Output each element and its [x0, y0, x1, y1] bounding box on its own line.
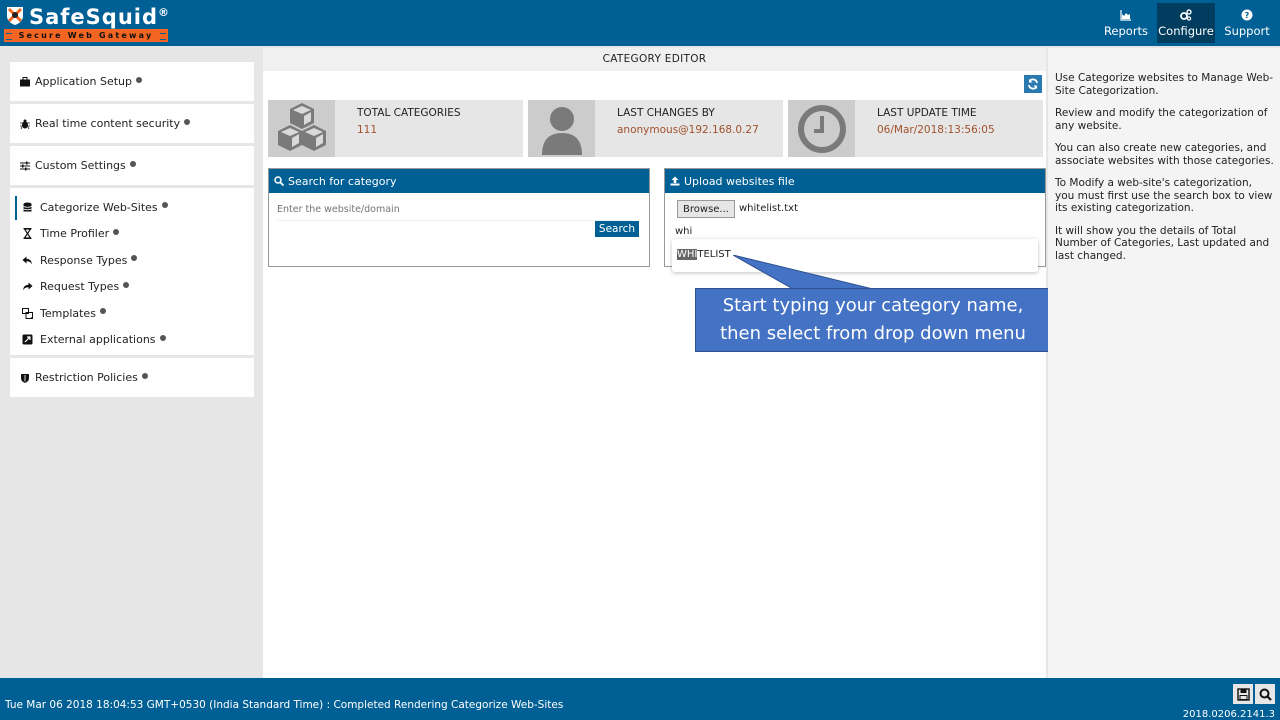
- help-panel: Use Categorize websites to Manage Web-Si…: [1048, 48, 1280, 678]
- svg-text:?: ?: [1245, 11, 1250, 20]
- info-icon[interactable]: [123, 281, 130, 288]
- question-circle-icon: ?: [1241, 9, 1253, 20]
- sidebar-item-request-types[interactable]: Request Types: [10, 274, 254, 301]
- stat-value: 06/Mar/2018:13:56:05: [877, 124, 995, 136]
- database-icon: [23, 202, 32, 212]
- sidebar-item-categorize-web-sites[interactable]: Categorize Web-Sites: [10, 194, 254, 221]
- cogs-icon: [1180, 8, 1192, 21]
- info-icon[interactable]: [141, 372, 148, 379]
- stat-label: LAST UPDATE TIME: [877, 107, 977, 119]
- reply-icon: [22, 256, 32, 265]
- help-paragraph: To Modify a web-site's categorization, y…: [1055, 177, 1273, 214]
- sidebar-group-realtime-security: Real time content security: [10, 104, 254, 143]
- clock-icon: [797, 104, 846, 153]
- sidebar-group-application-setup: Application Setup: [10, 62, 254, 101]
- user-icon: [541, 106, 582, 155]
- sidebar-item-response-types[interactable]: Response Types: [10, 247, 254, 274]
- search-icon: [1259, 688, 1272, 701]
- search-icon: [274, 176, 284, 186]
- status-footer: Tue Mar 06 2018 18:04:53 GMT+0530 (India…: [0, 678, 1280, 720]
- website-search-input[interactable]: [277, 199, 633, 221]
- sliders-icon: [20, 161, 30, 170]
- external-link-icon: [22, 334, 33, 345]
- share-icon: [23, 282, 33, 291]
- info-icon[interactable]: [184, 118, 191, 125]
- find-button[interactable]: [1255, 684, 1275, 704]
- safesquid-logo[interactable]: SafeSquid® Secure Web Gateway: [4, 2, 172, 44]
- help-paragraph: You can also create new categories, and …: [1055, 142, 1274, 167]
- page-title: CATEGORY EDITOR: [263, 48, 1046, 71]
- info-icon[interactable]: [99, 308, 106, 315]
- info-icon[interactable]: [159, 334, 166, 341]
- briefcase-icon: [20, 76, 30, 86]
- top-header: SafeSquid® Secure Web Gateway Reports Co…: [0, 0, 1280, 46]
- stat-value: anonymous@192.168.0.27: [617, 124, 759, 136]
- sidebar-item-time-profiler[interactable]: Time Profiler: [10, 221, 254, 248]
- save-button[interactable]: [1233, 684, 1253, 704]
- stat-label: TOTAL CATEGORIES: [357, 107, 461, 119]
- nav-reports[interactable]: Reports: [1097, 3, 1155, 43]
- refresh-button[interactable]: [1024, 75, 1042, 93]
- logo-name: SafeSquid®: [29, 5, 171, 29]
- refresh-icon: [1028, 78, 1038, 90]
- stat-value: 111: [357, 124, 378, 136]
- hourglass-icon: [23, 228, 32, 240]
- shield-icon: [21, 373, 29, 383]
- logo-emblem-icon: [7, 7, 23, 25]
- bug-icon: [20, 119, 30, 129]
- sidebar-item-external-applications[interactable]: External applications: [10, 327, 254, 354]
- sidebar-item-realtime-content-security[interactable]: Real time content security: [10, 104, 254, 143]
- cubes-icon: [277, 102, 326, 151]
- sidebar-item-application-setup[interactable]: Application Setup: [10, 62, 254, 101]
- help-paragraph: Review and modify the categorization of …: [1055, 107, 1268, 132]
- sidebar-item-templates[interactable]: Templates: [10, 300, 254, 327]
- version-label: 2018.0206.2141.3: [1182, 709, 1275, 720]
- stat-label: LAST CHANGES BY: [617, 107, 715, 119]
- instruction-callout: Start typing your category name, then se…: [695, 288, 1051, 352]
- stat-total-categories: TOTAL CATEGORIES 111: [268, 100, 523, 157]
- logo-tagline: Secure Web Gateway: [4, 29, 168, 42]
- area-chart-icon: [1120, 9, 1131, 21]
- object-group-icon: [22, 307, 33, 319]
- upload-icon: [670, 176, 680, 186]
- stat-last-changes-by: LAST CHANGES BY anonymous@192.168.0.27: [528, 100, 783, 157]
- info-icon[interactable]: [113, 228, 120, 235]
- browse-button[interactable]: Browse...: [677, 200, 735, 218]
- help-paragraph: Use Categorize websites to Manage Web-Si…: [1055, 72, 1274, 97]
- top-nav: Reports Configure ? Support: [1097, 3, 1280, 43]
- stats-row: TOTAL CATEGORIES 111 LAST CHANGES BY ano…: [268, 100, 1048, 157]
- info-icon[interactable]: [135, 76, 142, 83]
- search-category-panel: Search for category Search: [268, 168, 650, 267]
- sidebar-group-restriction-policies: Restriction Policies: [10, 358, 254, 397]
- category-editor: CATEGORY EDITOR TOTAL CATEGORIES 111 LAS…: [263, 48, 1051, 678]
- sidebar-item-custom-settings[interactable]: Custom Settings: [10, 146, 254, 185]
- selected-file-name: whitelist.txt: [739, 203, 798, 214]
- sidebar-custom-submenu: Categorize Web-Sites Time Profiler Respo…: [10, 188, 254, 355]
- nav-configure[interactable]: Configure: [1157, 3, 1215, 43]
- status-message: Tue Mar 06 2018 18:04:53 GMT+0530 (India…: [5, 699, 564, 711]
- sidebar-group-custom-settings: Custom Settings: [10, 146, 254, 185]
- category-name-input[interactable]: [675, 223, 875, 239]
- panel-title: Upload websites file: [684, 174, 795, 188]
- info-icon[interactable]: [131, 255, 138, 262]
- autocomplete-option-whitelist[interactable]: WHITELIST: [677, 249, 731, 260]
- nav-support[interactable]: ? Support: [1217, 3, 1277, 43]
- help-paragraph: It will show you the details of Total Nu…: [1055, 224, 1270, 262]
- info-icon[interactable]: [129, 160, 136, 167]
- stat-last-update-time: LAST UPDATE TIME 06/Mar/2018:13:56:05: [788, 100, 1043, 157]
- search-button[interactable]: Search: [594, 221, 639, 237]
- sidebar-item-restriction-policies[interactable]: Restriction Policies: [10, 358, 254, 397]
- left-sidebar: Application Setup Real time content secu…: [10, 62, 254, 400]
- save-icon: [1236, 687, 1250, 701]
- panel-title: Search for category: [288, 174, 397, 188]
- info-icon[interactable]: [161, 202, 168, 209]
- callout-pointer: [733, 255, 873, 289]
